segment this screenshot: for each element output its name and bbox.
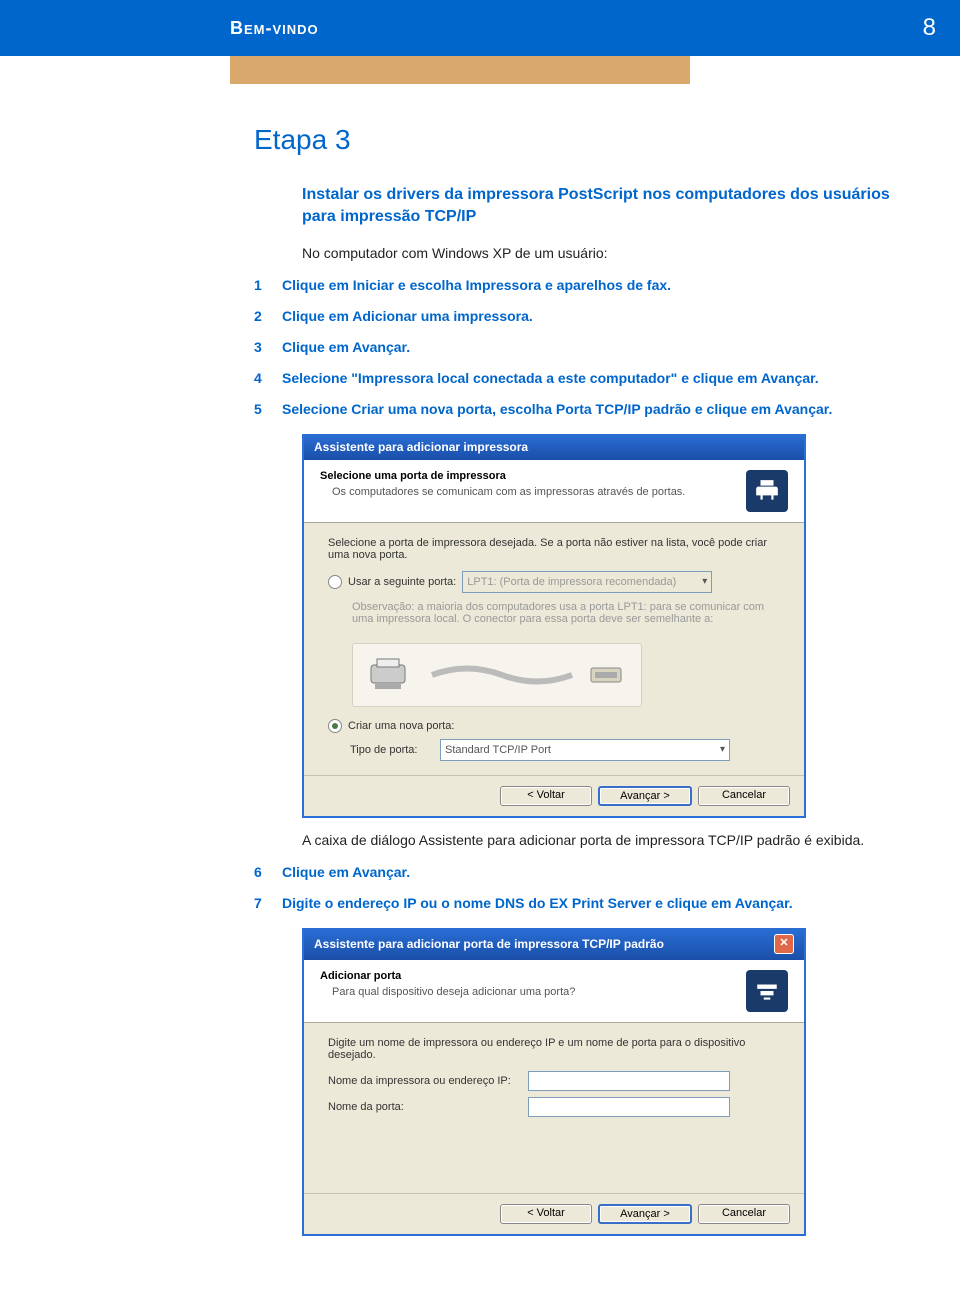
dialog1-intro: Selecione a porta de impressora desejada… <box>328 537 780 561</box>
dialog1-title: Assistente para adicionar impressora <box>314 440 528 454</box>
portname-input[interactable] <box>528 1097 730 1117</box>
tcpip-port-dialog: Assistente para adicionar porta de impre… <box>302 928 806 1236</box>
dialog2-header: Adicionar porta Para qual dispositivo de… <box>304 960 804 1023</box>
step-list-2: 6Clique em Avançar. 7Digite o endereço I… <box>254 862 900 914</box>
accent-bar <box>230 56 690 84</box>
step-6: 6Clique em Avançar. <box>254 862 900 883</box>
step-7: 7Digite o endereço IP ou o nome DNS do E… <box>254 893 900 914</box>
port-illustration-row <box>352 637 780 707</box>
page-header: Bem-vindo 8 <box>0 0 960 56</box>
create-port-option[interactable]: Criar uma nova porta: <box>328 719 780 733</box>
radio-checked-icon <box>328 719 342 733</box>
dialog1-buttons: < Voltar Avançar > Cancelar <box>304 775 804 816</box>
network-printer-icon <box>746 970 788 1012</box>
add-printer-dialog: Assistente para adicionar impressora Sel… <box>302 434 806 818</box>
dialog2-title: Assistente para adicionar porta de impre… <box>314 937 664 951</box>
port-combo[interactable]: LPT1: (Porta de impressora recomendada) … <box>462 571 712 593</box>
use-port-label: Usar a seguinte porta: <box>348 576 456 588</box>
step-1: 1Clique em Iniciar e escolha Impressora … <box>254 275 900 296</box>
dialog2-buttons: < Voltar Avançar > Cancelar <box>304 1193 804 1234</box>
ip-input[interactable] <box>528 1071 730 1091</box>
step-4: 4Selecione "Impressora local conectada a… <box>254 368 900 389</box>
stage-title: Etapa 3 <box>254 124 900 156</box>
back-button[interactable]: < Voltar <box>500 1204 592 1224</box>
next-button[interactable]: Avançar > <box>598 786 692 806</box>
next-button[interactable]: Avançar > <box>598 1204 692 1224</box>
create-port-label: Criar uma nova porta: <box>348 720 454 732</box>
dialog1-head-title: Selecione uma porta de impressora <box>320 470 736 482</box>
port-type-combo[interactable]: Standard TCP/IP Port ▾ <box>440 739 730 761</box>
port-note: Observação: a maioria dos computadores u… <box>352 601 780 625</box>
back-button[interactable]: < Voltar <box>500 786 592 806</box>
portname-label: Nome da porta: <box>328 1101 528 1113</box>
header-title: Bem-vindo <box>230 18 319 39</box>
dialog2-head-title: Adicionar porta <box>320 970 736 982</box>
dialog2-titlebar: Assistente para adicionar porta de impre… <box>304 928 804 960</box>
port-combo-value: LPT1: (Porta de impressora recomendada) <box>467 576 676 588</box>
content-area: Etapa 3 Instalar os drivers da impressor… <box>254 124 900 1236</box>
dialog2-head-sub: Para qual dispositivo deseja adicionar u… <box>332 986 736 998</box>
step-2: 2Clique em Adicionar uma impressora. <box>254 306 900 327</box>
dialog1-header: Selecione uma porta de impressora Os com… <box>304 460 804 523</box>
port-type-row: Tipo de porta: Standard TCP/IP Port ▾ <box>350 739 780 761</box>
post-dialog-text: A caixa de diálogo Assistente para adici… <box>254 832 900 848</box>
cancel-button[interactable]: Cancelar <box>698 786 790 806</box>
chevron-down-icon: ▾ <box>702 576 707 587</box>
step-list-1: 1Clique em Iniciar e escolha Impressora … <box>254 275 900 420</box>
ip-field-row: Nome da impressora ou endereço IP: <box>328 1071 780 1091</box>
intro-line: No computador com Windows XP de um usuár… <box>254 245 900 261</box>
port-type-value: Standard TCP/IP Port <box>445 744 551 756</box>
cancel-button[interactable]: Cancelar <box>698 1204 790 1224</box>
step-5: 5Selecione Criar uma nova porta, escolha… <box>254 399 900 420</box>
page-number: 8 <box>923 14 936 42</box>
printer-icon <box>746 470 788 512</box>
portname-field-row: Nome da porta: <box>328 1097 780 1117</box>
dialog1-body: Selecione a porta de impressora desejada… <box>304 523 804 775</box>
dialog2-body: Digite um nome de impressora ou endereço… <box>304 1023 804 1193</box>
close-icon[interactable]: ✕ <box>774 934 794 954</box>
step-3: 3Clique em Avançar. <box>254 337 900 358</box>
printer-cable-illustration <box>352 643 642 707</box>
chevron-down-icon: ▾ <box>720 744 725 755</box>
dialog2-intro: Digite um nome de impressora ou endereço… <box>328 1037 780 1061</box>
dialog1-head-sub: Os computadores se comunicam com as impr… <box>332 486 736 498</box>
port-type-label: Tipo de porta: <box>350 744 434 756</box>
install-heading: Instalar os drivers da impressora PostSc… <box>254 184 900 229</box>
dialog1-titlebar: Assistente para adicionar impressora <box>304 434 804 460</box>
ip-label: Nome da impressora ou endereço IP: <box>328 1075 528 1087</box>
use-port-option[interactable]: Usar a seguinte porta: LPT1: (Porta de i… <box>328 571 780 593</box>
radio-icon <box>328 575 342 589</box>
